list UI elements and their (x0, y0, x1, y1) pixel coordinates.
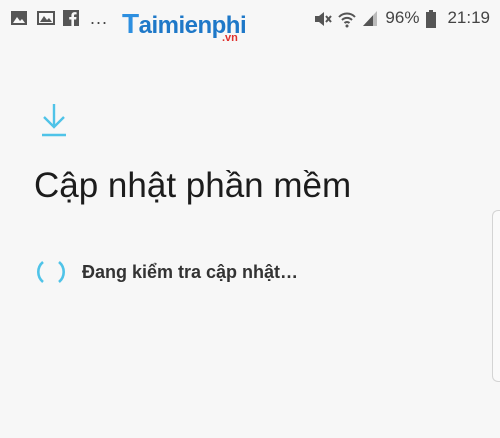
checking-status-text: Đang kiểm tra cập nhật… (82, 261, 299, 282)
gallery-icon (36, 9, 55, 27)
more-dots-icon: ... (90, 8, 109, 28)
notification-icons: ... (10, 8, 108, 28)
battery-percentage: 96% (385, 8, 420, 27)
download-icon (40, 102, 68, 138)
signal-icon (361, 9, 379, 27)
update-check-status: Đang kiểm tra cập nhật… (34, 259, 298, 285)
edge-panel-handle[interactable] (492, 210, 500, 382)
wifi-icon (337, 9, 357, 28)
status-bar: ... Taimienphi .vn 96% 21:19 (0, 0, 500, 44)
page-title: Cập nhật phần mềm (34, 166, 352, 205)
clock: 21:19 (447, 8, 490, 27)
battery-icon (425, 9, 437, 28)
image-icon (10, 9, 28, 27)
system-status-icons: 96% 21:19 (313, 7, 490, 29)
facebook-icon (62, 9, 80, 27)
spinner-icon (34, 259, 68, 285)
watermark-tld: .vn (222, 32, 238, 44)
mute-icon (313, 9, 333, 27)
watermark-letter: T (122, 8, 139, 39)
